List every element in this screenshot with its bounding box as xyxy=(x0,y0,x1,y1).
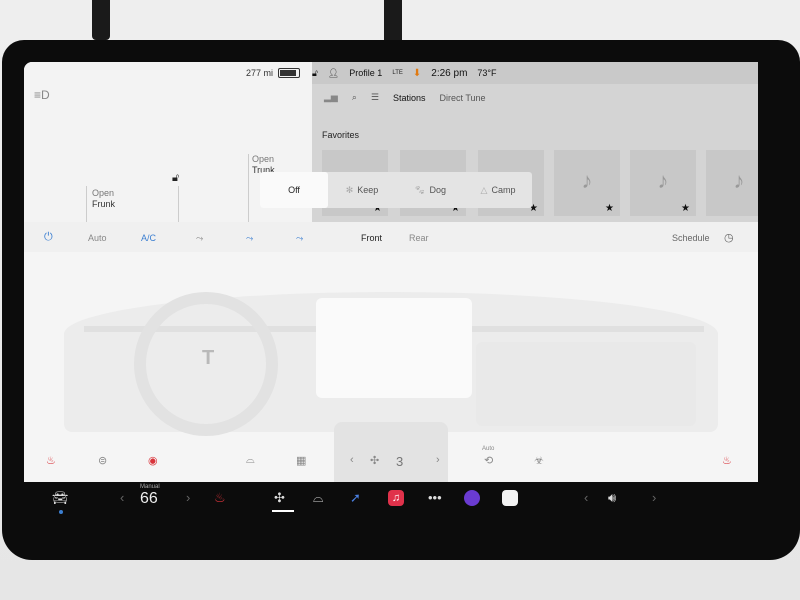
airflow-windshield-icon[interactable]: ⤳ xyxy=(296,233,303,244)
open-frunk-button[interactable]: Open Frunk xyxy=(92,188,115,210)
media-toolbar: ▂▅ ⌕ ☰ Stations Direct Tune xyxy=(324,92,486,103)
front-defrost-icon[interactable]: ⌓ xyxy=(246,454,255,467)
rear-defrost-icon[interactable]: ⊜ xyxy=(98,454,107,467)
fan-increase-icon[interactable]: › xyxy=(436,454,440,466)
car-outline-line xyxy=(248,154,249,222)
music-note-icon: ♪ xyxy=(657,168,669,193)
clock-icon[interactable]: ◷ xyxy=(724,231,734,244)
clock-time: 2:26 pm xyxy=(431,67,468,79)
volume-decrease-icon[interactable]: ‹ xyxy=(584,490,588,505)
music-note-icon: ♪ xyxy=(581,168,593,193)
mode-label: Keep xyxy=(357,185,379,195)
profile-icon: 👤︎ xyxy=(327,67,340,78)
search-icon[interactable]: ⌕ xyxy=(352,92,357,103)
profile-name[interactable]: Profile 1 xyxy=(349,68,382,78)
mode-camp-button[interactable]: △ Camp xyxy=(464,172,532,208)
download-icon[interactable]: ⬇ xyxy=(413,68,421,79)
frunk-action-label: Open xyxy=(92,188,115,198)
battery-icon xyxy=(278,68,300,78)
dog-icon: 🐾︎ xyxy=(414,184,426,195)
active-indicator xyxy=(272,510,294,512)
mode-dog-button[interactable]: 🐾︎ Dog xyxy=(396,172,464,208)
temp-increase-icon[interactable]: › xyxy=(186,490,190,505)
tab-front[interactable]: Front xyxy=(361,233,382,243)
glovebox-shape xyxy=(476,342,696,426)
radio-source-icon[interactable]: ▂▅ xyxy=(324,92,338,103)
favorites-heading: Favorites xyxy=(322,130,360,140)
unlock-icon[interactable]: 🔓︎ xyxy=(172,172,179,185)
music-note-icon: ♪ xyxy=(733,168,745,193)
power-icon[interactable]: ⏻ xyxy=(44,231,53,244)
fan-speed-value: 3 xyxy=(396,454,404,469)
recirculate-icon[interactable]: ⟲ xyxy=(484,454,493,467)
rear-window-defrost-icon[interactable]: ▦ xyxy=(296,454,306,467)
airflow-feet-icon[interactable]: ⤳ xyxy=(246,233,253,244)
mode-keep-button[interactable]: ✻ Keep xyxy=(328,172,396,208)
car-status-dot xyxy=(59,510,63,514)
schedule-button[interactable]: Schedule xyxy=(672,233,710,243)
list-icon[interactable]: ☰ xyxy=(371,92,379,103)
car-icon[interactable]: 🚘︎ xyxy=(52,490,69,506)
defrost-icon[interactable]: ⌓ xyxy=(313,490,323,506)
screen-mount-right xyxy=(384,0,402,44)
center-screen-shape xyxy=(316,298,472,398)
camera-app-icon[interactable] xyxy=(464,490,480,506)
bioweapon-defense-icon[interactable]: ☣ xyxy=(534,454,544,467)
car-outline-line xyxy=(178,186,179,222)
fan-decrease-icon[interactable]: ‹ xyxy=(350,454,354,466)
volume-increase-icon[interactable]: › xyxy=(652,490,656,505)
range-text: 277 mi xyxy=(245,68,273,78)
outside-temperature: 73°F xyxy=(477,68,497,78)
auto-button[interactable]: Auto xyxy=(88,233,107,243)
climate-bottom-controls: ♨ ⊜ ◉ ⌓ ▦ ‹ ✣ › ⟲ ☣ ♨ xyxy=(24,454,758,476)
music-app-icon[interactable]: ♫ xyxy=(388,490,404,506)
driver-seat-heat-icon[interactable]: ♨ xyxy=(46,454,56,467)
cabin-illustration: T xyxy=(24,252,758,482)
touchscreen: 277 mi ≡D Open Frunk 🔓︎ Open Trunk 🔓︎ 👤︎… xyxy=(24,62,758,514)
climate-fan-icon[interactable]: ✣ xyxy=(274,490,285,506)
more-apps-icon[interactable]: ••• xyxy=(428,490,442,505)
car-outline-line xyxy=(86,186,87,222)
star-icon[interactable]: ★ xyxy=(605,203,614,214)
favorite-station[interactable]: ♪ xyxy=(706,150,758,216)
steering-wheel-heat-icon[interactable]: ◉ xyxy=(148,454,158,467)
mode-off-button[interactable]: Off xyxy=(260,172,328,208)
tent-icon: △ xyxy=(480,184,488,195)
temp-decrease-icon[interactable]: ‹ xyxy=(120,490,124,505)
tab-stations[interactable]: Stations xyxy=(393,93,426,103)
range-indicator: 277 mi xyxy=(246,68,300,78)
airflow-face-icon[interactable]: ⤳ xyxy=(196,233,203,244)
network-label: LTE xyxy=(392,70,403,76)
headlight-icon[interactable]: ≡D xyxy=(34,88,50,102)
tab-rear[interactable]: Rear xyxy=(409,233,429,243)
screen-mount-left xyxy=(92,0,110,40)
cabin-temperature[interactable]: 66 xyxy=(140,490,158,508)
tesla-logo-icon: T xyxy=(202,347,215,369)
bottom-dock: 🚘︎ ‹ Manual 66 › ♨ ✣ ⌓ ➚ ♫ ••• ‹ 🔊︎ › xyxy=(24,482,758,514)
mode-label: Camp xyxy=(491,185,516,195)
star-icon[interactable]: ★ xyxy=(681,203,690,214)
fan-icon: ✻ xyxy=(345,184,354,195)
tab-direct-tune[interactable]: Direct Tune xyxy=(440,93,486,103)
volume-icon[interactable]: 🔊︎ xyxy=(608,490,616,506)
seat-heater-icon[interactable]: ♨ xyxy=(214,490,226,506)
status-bar: 🔓︎ 👤︎ Profile 1 LTE ⬇ 2:26 pm 73°F xyxy=(312,62,497,84)
calendar-app-icon[interactable] xyxy=(502,490,518,506)
fan-icon: ✣ xyxy=(370,455,380,467)
climate-controls-row: ⏻ Auto A/C ⤳ ⤳ ⤳ Front Rear Schedule ◷ xyxy=(24,227,758,251)
climate-keep-mode-chooser: Off ✻ Keep 🐾︎ Dog △ Camp xyxy=(260,172,532,208)
navigation-icon[interactable]: ➚ xyxy=(350,490,361,506)
ac-button[interactable]: A/C xyxy=(141,233,156,243)
trunk-action-label: Open xyxy=(252,154,275,164)
favorite-station[interactable]: ♪ ★ xyxy=(554,150,620,216)
passenger-seat-heat-icon[interactable]: ♨ xyxy=(722,454,732,467)
frunk-label: Frunk xyxy=(92,199,116,209)
mode-label: Dog xyxy=(429,185,446,195)
lock-status-icon[interactable]: 🔓︎ xyxy=(312,68,318,79)
favorite-station[interactable]: ♪ ★ xyxy=(630,150,696,216)
recirculate-auto-label: Auto xyxy=(482,446,495,452)
mode-label: Off xyxy=(288,185,300,195)
